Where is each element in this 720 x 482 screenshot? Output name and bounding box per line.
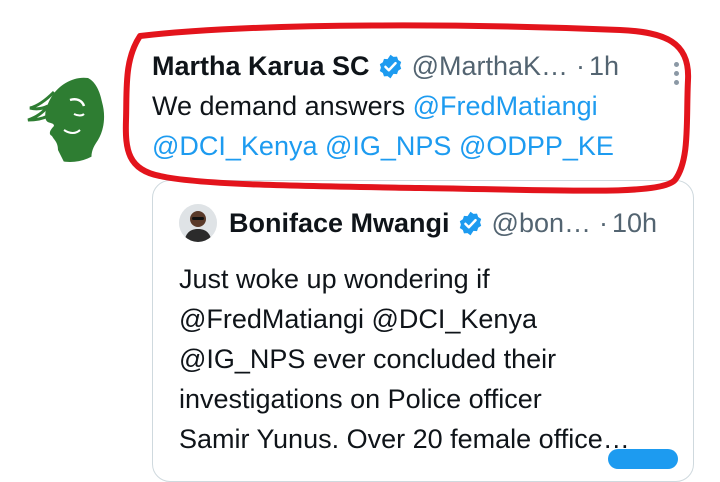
quoted-author-handle[interactable]: @bon… xyxy=(492,208,591,239)
person-photo-icon xyxy=(179,204,217,242)
dot-separator: · xyxy=(576,50,586,81)
tweet-header: Martha Karua SC @MarthaK… · 1h xyxy=(152,44,619,88)
quoted-text-line: @FredMatiangi @DCI_Kenya xyxy=(179,304,537,334)
mention-link[interactable]: @IG_NPS xyxy=(325,131,451,161)
mention-link[interactable]: @FredMatiangi xyxy=(413,91,598,121)
quoted-text-line: @IG_NPS ever concluded their xyxy=(179,344,557,374)
tweet-text-plain: We demand answers xyxy=(152,91,406,121)
profile-silhouette-icon xyxy=(27,77,105,162)
blue-element-partial xyxy=(608,449,678,469)
verified-badge-icon xyxy=(379,54,401,78)
mention-link[interactable]: @ODPP_KE xyxy=(459,131,614,161)
dot-separator: · xyxy=(599,207,608,238)
author-name[interactable]: Martha Karua SC xyxy=(152,51,370,82)
author-avatar[interactable] xyxy=(24,70,116,162)
quoted-tweet-card[interactable]: Boniface Mwangi @bon… · 10h Just woke up… xyxy=(152,180,694,482)
quoted-tweet-header: Boniface Mwangi @bon… · 10h xyxy=(179,203,657,243)
tweet-timestamp[interactable]: 1h xyxy=(589,51,619,82)
quoted-text-line: Just woke up wondering if xyxy=(179,264,490,294)
verified-badge-icon xyxy=(459,211,481,235)
tweet-text: We demand answers @FredMatiangi @DCI_Ken… xyxy=(152,86,672,166)
mention-link[interactable]: @DCI_Kenya xyxy=(152,131,317,161)
quoted-tweet-timestamp[interactable]: 10h xyxy=(612,208,657,239)
quoted-author-name[interactable]: Boniface Mwangi xyxy=(229,208,450,239)
quoted-tweet-text: Just woke up wondering if @FredMatiangi … xyxy=(179,259,679,459)
quoted-author-avatar[interactable] xyxy=(179,204,217,242)
quoted-text-line: Samir Yunus. Over 20 female office… xyxy=(179,424,630,454)
quoted-text-line: investigations on Police officer xyxy=(179,384,542,414)
author-handle[interactable]: @MarthaK… xyxy=(412,51,568,82)
more-options-icon[interactable] xyxy=(668,58,684,88)
